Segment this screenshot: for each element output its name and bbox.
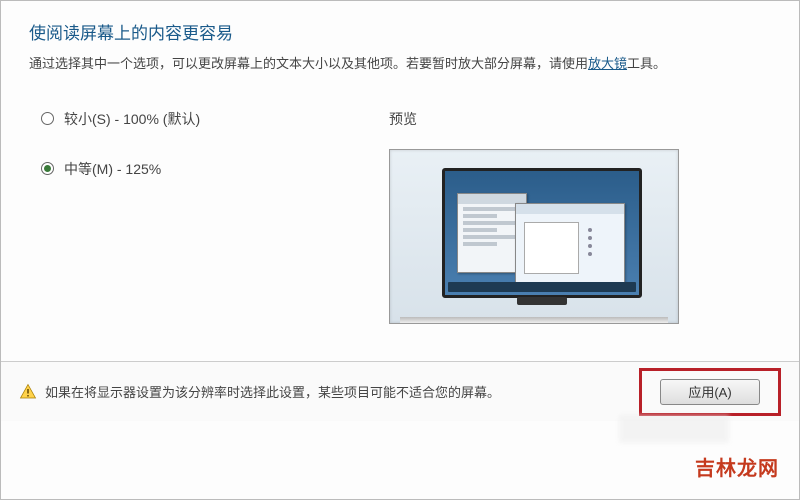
- radio-smaller-label: 较小(S) - 100% (默认): [64, 109, 200, 129]
- desc-suffix: 工具。: [627, 56, 666, 71]
- apply-highlight: 应用(A): [639, 368, 781, 416]
- status-bar: 如果在将显示器设置为该分辨率时选择此设置，某些项目可能不适合您的屏幕。 应用(A…: [1, 361, 799, 421]
- description-text: 通过选择其中一个选项，可以更改屏幕上的文本大小以及其他项。若要暂时放大部分屏幕，…: [29, 54, 771, 75]
- radio-medium[interactable]: 中等(M) - 125%: [41, 159, 389, 179]
- monitor-icon: [442, 168, 642, 298]
- page-title: 使阅读屏幕上的内容更容易: [29, 19, 771, 44]
- radio-medium-label: 中等(M) - 125%: [64, 159, 161, 179]
- blurred-region: [619, 415, 729, 443]
- scale-options: 较小(S) - 100% (默认) 中等(M) - 125%: [29, 109, 389, 324]
- window-icon: [515, 203, 625, 283]
- radio-smaller-indicator: [41, 112, 54, 125]
- radio-smaller[interactable]: 较小(S) - 100% (默认): [41, 109, 389, 129]
- magnifier-link[interactable]: 放大镜: [588, 56, 627, 71]
- preview-image: [389, 149, 679, 324]
- desc-prefix: 通过选择其中一个选项，可以更改屏幕上的文本大小以及其他项。若要暂时放大部分屏幕，…: [29, 56, 588, 71]
- warning-icon: [19, 383, 37, 401]
- warning-text: 如果在将显示器设置为该分辨率时选择此设置，某些项目可能不适合您的屏幕。: [45, 382, 639, 401]
- radio-medium-indicator: [41, 162, 54, 175]
- apply-button[interactable]: 应用(A): [660, 379, 760, 405]
- watermark-text: 吉林龙网: [695, 452, 779, 481]
- preview-label: 预览: [389, 109, 771, 129]
